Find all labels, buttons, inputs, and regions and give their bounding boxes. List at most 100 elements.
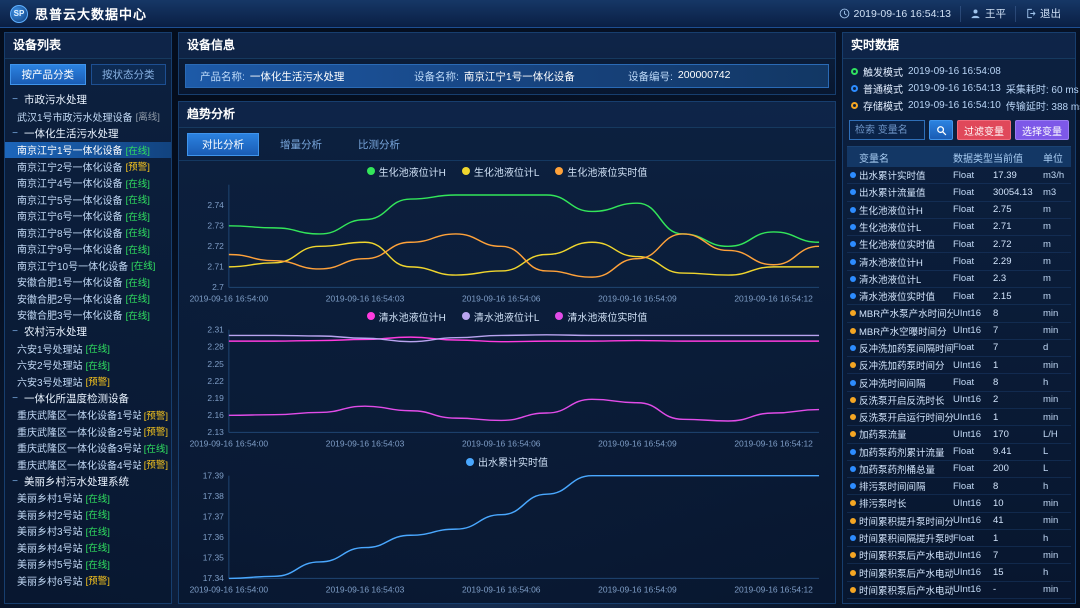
device-item[interactable]: 武汉1号市政污水处理设备[离线]: [5, 108, 171, 125]
device-item[interactable]: 安徽合肥2号一体化设备[在线]: [5, 290, 171, 307]
variable-unit: m: [1043, 273, 1071, 284]
sidebar-tab-2[interactable]: 按状态分类: [91, 64, 167, 85]
chart-3-plot[interactable]: 17.3417.3517.3617.3717.3817.392019-09-16…: [183, 470, 831, 599]
device-item[interactable]: 六安2号处理站[在线]: [5, 357, 171, 374]
tree-group-header[interactable]: −农村污水处理: [5, 323, 171, 340]
collapse-icon[interactable]: −: [11, 326, 19, 337]
table-row[interactable]: 生化池液位计LFloat2.71m: [847, 219, 1071, 236]
table-row[interactable]: MBR产水泵产水时间分UInt168min: [847, 305, 1071, 322]
table-row[interactable]: 时间累积提升泵时间分UInt1641min: [847, 513, 1071, 530]
device-item[interactable]: 美丽乡村1号站[在线]: [5, 490, 171, 507]
device-item[interactable]: 南京江宁4号一体化设备[在线]: [5, 175, 171, 192]
device-item[interactable]: 重庆武隆区一体化设备3号站[在线]: [5, 440, 171, 457]
variable-value: 1: [993, 412, 1043, 423]
device-item[interactable]: 南京江宁1号一体化设备[在线]: [5, 142, 171, 159]
table-row[interactable]: 出水累计实时值Float17.39m3/h: [847, 167, 1071, 184]
table-row[interactable]: 生化池液位计HFloat2.75m: [847, 202, 1071, 219]
device-item[interactable]: 南京江宁10号一体化设备[在线]: [5, 257, 171, 274]
table-row[interactable]: 出水累计流量值Float30054.13m3: [847, 184, 1071, 201]
chart-2-plot[interactable]: 2.132.162.192.222.252.282.312019-09-16 1…: [183, 324, 831, 453]
tree-group-header[interactable]: −美丽乡村污水处理系统: [5, 473, 171, 490]
filter-variables-button[interactable]: 过滤变量: [957, 120, 1011, 140]
device-item[interactable]: 南京江宁6号一体化设备[在线]: [5, 208, 171, 225]
variable-value: 1: [993, 533, 1043, 544]
legend-item[interactable]: 出水累计实时值: [466, 454, 548, 469]
collapse-icon[interactable]: −: [11, 94, 19, 105]
legend-item[interactable]: 清水池液位计L: [462, 309, 540, 324]
device-item[interactable]: 安徽合肥3号一体化设备[在线]: [5, 307, 171, 324]
device-item[interactable]: 安徽合肥1号一体化设备[在线]: [5, 274, 171, 291]
table-row[interactable]: 反冲洗加药泵间隔时间Float7d: [847, 340, 1071, 357]
device-item[interactable]: 重庆武隆区一体化设备1号站[预警]: [5, 407, 171, 424]
device-name: 南京江宁1号一体化设备: [17, 142, 123, 157]
device-item[interactable]: 南京江宁5号一体化设备[在线]: [5, 191, 171, 208]
table-row[interactable]: 清水池液位实时值Float2.15m: [847, 288, 1071, 305]
search-input[interactable]: [849, 120, 925, 140]
variable-name: 时间累积泵后产水电动阀分: [859, 548, 953, 562]
chart-1-plot[interactable]: 2.72.712.722.732.742019-09-16 16:54:0020…: [183, 179, 831, 308]
table-row[interactable]: 时间累积泵后产水电动阀分UInt167min: [847, 547, 1071, 564]
table-row[interactable]: 加药泵流量UInt16170L/H: [847, 426, 1071, 443]
table-row[interactable]: 排污泵时长UInt1610min: [847, 495, 1071, 512]
device-item[interactable]: 六安3号处理站[预警]: [5, 373, 171, 390]
table-row[interactable]: 反冲洗加药泵时间分UInt161min: [847, 357, 1071, 374]
trend-tab-3[interactable]: 比测分析: [343, 133, 415, 156]
header-user[interactable]: 王平: [960, 6, 1015, 22]
svg-text:2019-09-16 16:54:09: 2019-09-16 16:54:09: [598, 585, 677, 594]
table-row[interactable]: 加药泵药剂累计流量Float9.41L: [847, 444, 1071, 461]
select-variables-button[interactable]: 选择变量: [1015, 120, 1069, 140]
device-item[interactable]: 南京江宁9号一体化设备[在线]: [5, 241, 171, 258]
device-item[interactable]: 美丽乡村4号站[在线]: [5, 539, 171, 556]
realtime-table: 变量名数据类型当前值单位 出水累计实时值Float17.39m3/h出水累计流量…: [847, 146, 1071, 599]
table-row[interactable]: 清水池液位计HFloat2.29m: [847, 253, 1071, 270]
table-row[interactable]: 反冲洗时间间隔Float8h: [847, 374, 1071, 391]
variable-type-icon: [850, 552, 856, 558]
legend-item[interactable]: 清水池液位计H: [367, 309, 446, 324]
device-item[interactable]: 重庆武隆区一体化设备4号站[预警]: [5, 456, 171, 473]
search-button[interactable]: [929, 120, 953, 140]
legend-item[interactable]: 生化池液位计L: [462, 164, 540, 179]
table-row[interactable]: 反洗泵开启运行时间分UInt161min: [847, 409, 1071, 426]
device-item[interactable]: 美丽乡村3号站[在线]: [5, 523, 171, 540]
device-item[interactable]: 美丽乡村6号站[预警]: [5, 572, 171, 589]
table-row[interactable]: 生化池液位实时值Float2.72m: [847, 236, 1071, 253]
tree-group-header[interactable]: −一体化所温度检测设备: [5, 390, 171, 407]
device-item[interactable]: 美丽乡村5号站[在线]: [5, 556, 171, 573]
trend-tab-2[interactable]: 增量分析: [265, 133, 337, 156]
collapse-icon[interactable]: −: [11, 128, 19, 139]
table-row[interactable]: 加药泵药剂桶总量Float200L: [847, 461, 1071, 478]
variable-type: UInt16: [953, 325, 993, 336]
table-row[interactable]: 时间累积泵后产水电动阀时UInt1615h: [847, 564, 1071, 581]
variable-type-icon: [850, 587, 856, 593]
table-row[interactable]: 时间累积泵后产水电动阀间分UInt16-min: [847, 582, 1071, 599]
realtime-title: 实时数据: [843, 33, 1075, 59]
legend-item[interactable]: 生化池液位计H: [367, 164, 446, 179]
table-row[interactable]: 反洗泵开启反洗时长UInt162min: [847, 392, 1071, 409]
logo-text: SP: [14, 9, 25, 18]
device-item[interactable]: 重庆武隆区一体化设备2号站[预警]: [5, 423, 171, 440]
device-item[interactable]: 南京江宁8号一体化设备[在线]: [5, 224, 171, 241]
table-row[interactable]: 排污泵时间间隔Float8h: [847, 478, 1071, 495]
device-item[interactable]: 美丽乡村2号站[在线]: [5, 506, 171, 523]
table-row[interactable]: 时间累积间隔提升泵时Float1h: [847, 530, 1071, 547]
variable-name: 反洗泵开启运行时间分: [859, 410, 953, 424]
legend-item[interactable]: 清水池液位实时值: [555, 309, 647, 324]
trend-tab-1[interactable]: 对比分析: [187, 133, 259, 156]
logout-button[interactable]: 退出: [1015, 6, 1070, 22]
sidebar-tab-1[interactable]: 按产品分类: [10, 64, 86, 85]
table-row[interactable]: MBR产水空曝时间分UInt167min: [847, 323, 1071, 340]
device-item[interactable]: 六安1号处理站[在线]: [5, 340, 171, 357]
variable-unit: h: [1043, 377, 1071, 388]
legend-marker-icon: [462, 167, 470, 175]
tree-group-header[interactable]: −市政污水处理: [5, 91, 171, 108]
collapse-icon[interactable]: −: [11, 393, 19, 404]
variable-type-icon: [850, 535, 856, 541]
legend-item[interactable]: 生化池液位实时值: [555, 164, 647, 179]
table-row[interactable]: 清水池液位计LFloat2.3m: [847, 271, 1071, 288]
variable-name: 加药泵流量: [859, 427, 953, 441]
tree-group-header[interactable]: −一体化生活污水处理: [5, 125, 171, 142]
realtime-panel: 实时数据 触发模式2019-09-16 16:54:08普通模式2019-09-…: [842, 32, 1076, 604]
variable-name: 清水池液位实时值: [859, 289, 953, 303]
collapse-icon[interactable]: −: [11, 476, 19, 487]
device-item[interactable]: 南京江宁2号一体化设备[预警]: [5, 158, 171, 175]
